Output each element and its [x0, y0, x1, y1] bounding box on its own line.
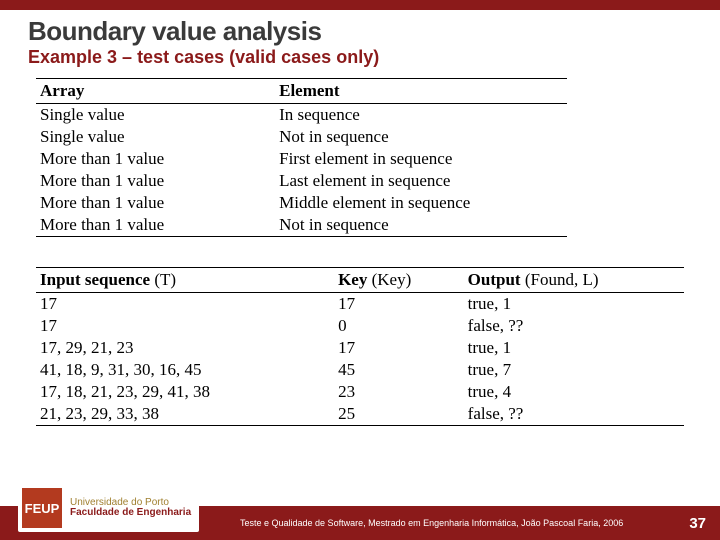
table-row: More than 1 valueMiddle element in seque…: [36, 192, 567, 214]
test-cases-table: Input sequence (T) Key (Key) Output (Fou…: [36, 267, 684, 426]
table-row: More than 1 valueNot in sequence: [36, 214, 567, 237]
t2-header-key-plain: (Key): [367, 270, 411, 289]
slide-title: Boundary value analysis: [28, 16, 692, 47]
t2-header-output-bold: Output: [468, 270, 521, 289]
table-row: More than 1 valueLast element in sequenc…: [36, 170, 567, 192]
t2-header-output-plain: (Found, L): [521, 270, 599, 289]
table-row: 17, 29, 21, 2317true, 1: [36, 337, 684, 359]
table-row: 1717true, 1: [36, 293, 684, 316]
t1-header-array: Array: [40, 81, 84, 100]
t2-header-key-bold: Key: [338, 270, 367, 289]
table-row: 21, 23, 29, 33, 3825false, ??: [36, 403, 684, 426]
t2-header-input-bold: Input sequence: [40, 270, 150, 289]
feup-logo-line2: Faculdade de Engenharia: [70, 508, 191, 518]
tables-area: Array Element Single valueIn sequence Si…: [0, 78, 720, 426]
table-row: Single valueNot in sequence: [36, 126, 567, 148]
table-row: 17, 18, 21, 23, 29, 41, 3823true, 4: [36, 381, 684, 403]
page-number: 37: [689, 515, 706, 532]
table-row: More than 1 valueFirst element in sequen…: [36, 148, 567, 170]
footer-text: Teste e Qualidade de Software, Mestrado …: [240, 518, 623, 528]
top-accent-bar: [0, 0, 720, 10]
header-block: Boundary value analysis Example 3 – test…: [0, 10, 720, 68]
boundary-classes-table: Array Element Single valueIn sequence Si…: [36, 78, 567, 237]
table-row: 170false, ??: [36, 315, 684, 337]
feup-logo: FEUP Universidade do Porto Faculdade de …: [18, 484, 199, 532]
slide-subtitle: Example 3 – test cases (valid cases only…: [28, 47, 692, 68]
feup-badge-icon: FEUP: [22, 488, 62, 528]
t2-header-input-plain: (T): [150, 270, 176, 289]
table-row: Single valueIn sequence: [36, 104, 567, 127]
t1-header-element: Element: [279, 81, 339, 100]
table-row: 41, 18, 9, 31, 30, 16, 4545true, 7: [36, 359, 684, 381]
